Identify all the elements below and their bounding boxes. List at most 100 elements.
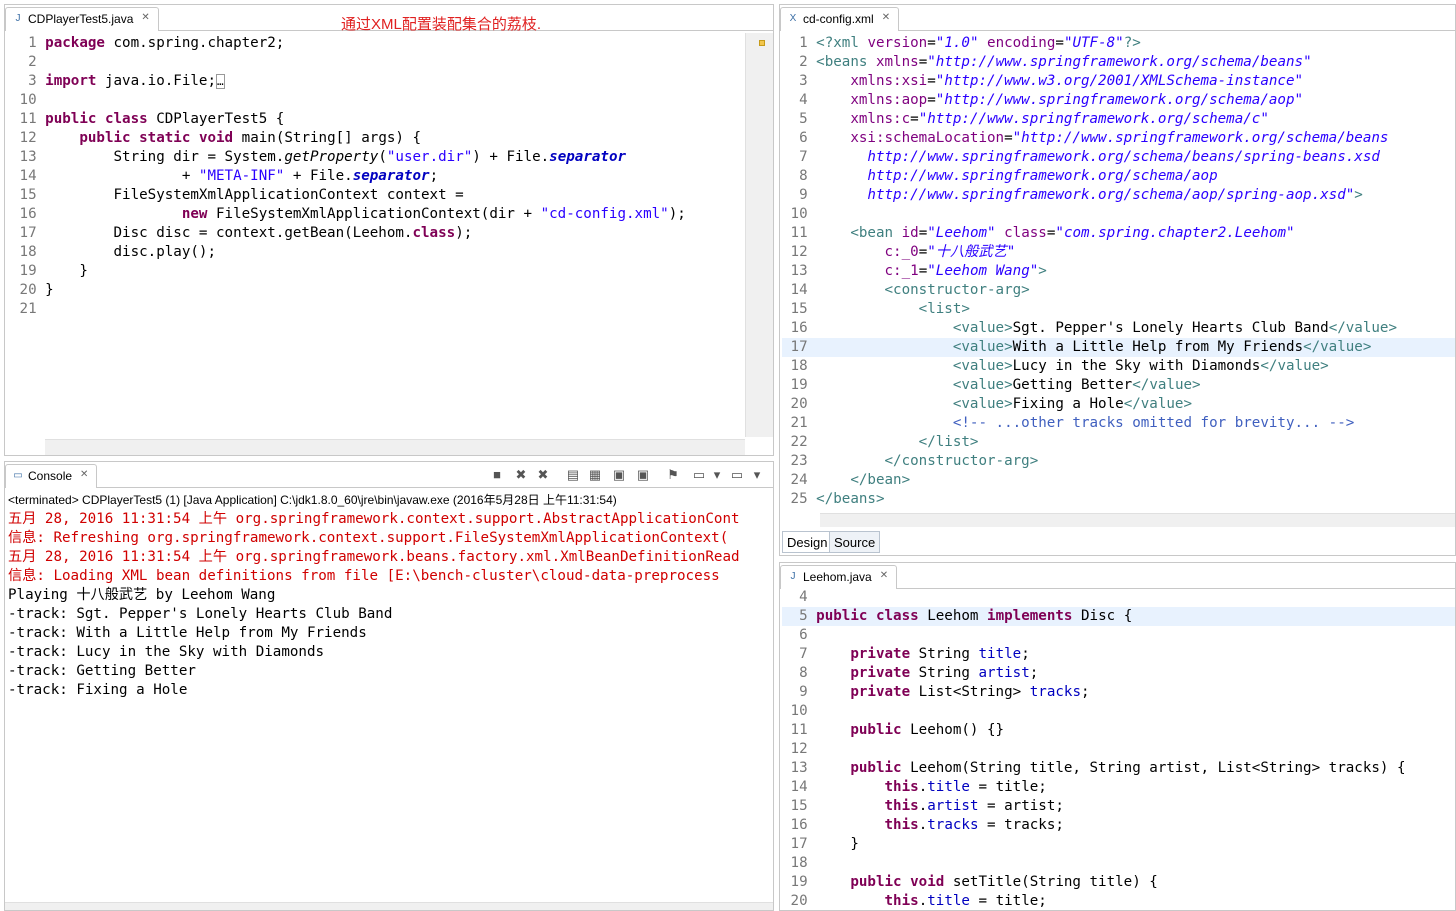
- code-line[interactable]: 20 this.title = title;: [782, 892, 1455, 910]
- code-line[interactable]: 13 String dir = System.getProperty("user…: [11, 148, 741, 167]
- code-line[interactable]: 17 <value>With a Little Help from My Fri…: [782, 338, 1455, 357]
- editor-leehom: J Leehom.java ✕ 4 5 public class Leehom …: [779, 562, 1456, 911]
- code-line[interactable]: 17 }: [782, 835, 1455, 854]
- code-line[interactable]: 11 public Leehom() {}: [782, 721, 1455, 740]
- tab-source[interactable]: Source: [829, 531, 881, 553]
- code-line[interactable]: 21 <!-- ...other tracks omitted for brev…: [782, 414, 1455, 433]
- code-line[interactable]: 22 </list>: [782, 433, 1455, 452]
- code-line[interactable]: 3 import java.io.File;…: [11, 72, 741, 91]
- code-text: public class CDPlayerTest5 {: [45, 111, 285, 127]
- dropdown-icon[interactable]: ▾: [709, 467, 725, 483]
- code-line[interactable]: 8 http://www.springframework.org/schema/…: [782, 167, 1455, 186]
- remove-all-icon[interactable]: ✖: [535, 467, 551, 483]
- code-line[interactable]: 5 xmlns:c="http://www.springframework.or…: [782, 110, 1455, 129]
- open-console-icon[interactable]: ▭: [729, 467, 745, 483]
- code-text: private List<String> tracks;: [850, 684, 1090, 700]
- code-line[interactable]: 8 private String artist;: [782, 664, 1455, 683]
- close-icon[interactable]: ✕: [880, 570, 888, 581]
- code-line[interactable]: 4: [782, 588, 1455, 607]
- code-line[interactable]: 4 xmlns:aop="http://www.springframework.…: [782, 91, 1455, 110]
- code-line[interactable]: 3 xmlns:xsi="http://www.w3.org/2001/XMLS…: [782, 72, 1455, 91]
- code-text: http://www.springframework.org/schema/ao…: [867, 187, 1363, 203]
- code-line[interactable]: 1 <?xml version="1.0" encoding="UTF-8"?>: [782, 34, 1455, 53]
- line-number: 18: [11, 244, 46, 260]
- code-line[interactable]: 18 <value>Lucy in the Sky with Diamonds<…: [782, 357, 1455, 376]
- overview-marker-icon[interactable]: [759, 40, 765, 46]
- tab-cd-config[interactable]: X cd-config.xml ✕: [780, 7, 900, 31]
- code-line[interactable]: 20 <value>Fixing a Hole</value>: [782, 395, 1455, 414]
- scroll-lock-icon[interactable]: ▦: [587, 467, 603, 483]
- code-line[interactable]: 18 disc.play();: [11, 243, 741, 262]
- code-line[interactable]: 13 c:_1="Leehom Wang">: [782, 262, 1455, 281]
- code-line[interactable]: 10: [782, 702, 1455, 721]
- display-console-icon[interactable]: ▭: [691, 467, 707, 483]
- code-line[interactable]: 11 public class CDPlayerTest5 {: [11, 110, 741, 129]
- word-wrap-icon[interactable]: ▣: [611, 467, 627, 483]
- code-line[interactable]: 14 <constructor-arg>: [782, 281, 1455, 300]
- code-line[interactable]: 16 this.tracks = tracks;: [782, 816, 1455, 835]
- code-line[interactable]: 2: [11, 53, 741, 72]
- code-line[interactable]: 12 public static void main(String[] args…: [11, 129, 741, 148]
- code-line[interactable]: 7 http://www.springframework.org/schema/…: [782, 148, 1455, 167]
- code-line[interactable]: 10: [11, 91, 741, 110]
- code-area[interactable]: 4 5 public class Leehom implements Disc …: [782, 588, 1455, 910]
- code-line[interactable]: 2 <beans xmlns="http://www.springframewo…: [782, 53, 1455, 72]
- code-line[interactable]: 16 <value>Sgt. Pepper's Lonely Hearts Cl…: [782, 319, 1455, 338]
- line-number: 12: [782, 741, 817, 757]
- close-icon[interactable]: ✕: [80, 469, 88, 480]
- horizontal-scrollbar[interactable]: [5, 902, 773, 910]
- code-line[interactable]: 23 </constructor-arg>: [782, 452, 1455, 471]
- code-line[interactable]: 12 c:_0="十八般武艺": [782, 243, 1455, 262]
- code-line[interactable]: 19 <value>Getting Better</value>: [782, 376, 1455, 395]
- horizontal-scrollbar[interactable]: [45, 439, 745, 455]
- line-number: 16: [11, 206, 46, 222]
- close-icon[interactable]: ✕: [141, 12, 149, 23]
- code-line[interactable]: 25 </beans>: [782, 490, 1455, 509]
- code-line[interactable]: 7 private String title;: [782, 645, 1455, 664]
- code-line[interactable]: 19 public void setTitle(String title) {: [782, 873, 1455, 892]
- code-line[interactable]: 10: [782, 205, 1455, 224]
- code-line[interactable]: 13 public Leehom(String title, String ar…: [782, 759, 1455, 778]
- tab-cdplayertest5[interactable]: J CDPlayerTest5.java ✕: [5, 7, 159, 31]
- code-area[interactable]: 1 <?xml version="1.0" encoding="UTF-8"?>…: [782, 34, 1455, 509]
- code-line[interactable]: 14 this.title = title;: [782, 778, 1455, 797]
- code-line[interactable]: 15 <list>: [782, 300, 1455, 319]
- dropdown-icon[interactable]: ▾: [749, 467, 765, 483]
- code-text: <beans xmlns="http://www.springframework…: [816, 54, 1312, 70]
- code-line[interactable]: 9 http://www.springframework.org/schema/…: [782, 186, 1455, 205]
- show-console-icon[interactable]: ▣: [635, 467, 651, 483]
- pin-console-icon[interactable]: ⚑: [665, 467, 681, 483]
- code-text: this.title = title;: [884, 893, 1047, 909]
- code-line[interactable]: 19 }: [11, 262, 741, 281]
- code-line[interactable]: 24 </bean>: [782, 471, 1455, 490]
- code-line[interactable]: 1 package com.spring.chapter2;: [11, 34, 741, 53]
- clear-console-icon[interactable]: ▤: [565, 467, 581, 483]
- code-line[interactable]: 12: [782, 740, 1455, 759]
- code-line[interactable]: 14 + "META-INF" + File.separator;: [11, 167, 741, 186]
- code-line[interactable]: 15 FileSystemXmlApplicationContext conte…: [11, 186, 741, 205]
- remove-launch-icon[interactable]: ✖: [513, 467, 529, 483]
- code-line[interactable]: 15 this.artist = artist;: [782, 797, 1455, 816]
- vertical-scrollbar[interactable]: [745, 33, 773, 437]
- horizontal-scrollbar[interactable]: [820, 513, 1455, 527]
- line-number: 14: [11, 168, 46, 184]
- code-line[interactable]: 20 }: [11, 281, 741, 300]
- code-line[interactable]: 11 <bean id="Leehom" class="com.spring.c…: [782, 224, 1455, 243]
- code-line[interactable]: 16 new FileSystemXmlApplicationContext(d…: [11, 205, 741, 224]
- terminate-icon[interactable]: ■: [489, 467, 505, 483]
- code-line[interactable]: 18: [782, 854, 1455, 873]
- console-status: <terminated> CDPlayerTest5 (1) [Java App…: [8, 493, 617, 507]
- close-icon[interactable]: ✕: [882, 12, 890, 23]
- console-output[interactable]: 五月 28, 2016 11:31:54 上午 org.springframew…: [8, 510, 758, 700]
- code-area[interactable]: 1 package com.spring.chapter2; 2 3 impor…: [11, 34, 741, 319]
- code-line[interactable]: 6: [782, 626, 1455, 645]
- console-line: 信息: Refreshing org.springframework.conte…: [8, 530, 729, 546]
- code-line[interactable]: 9 private List<String> tracks;: [782, 683, 1455, 702]
- code-line[interactable]: 21: [11, 300, 741, 319]
- tab-console[interactable]: ▭ Console ✕: [5, 464, 98, 488]
- code-line[interactable]: 5 public class Leehom implements Disc {: [782, 607, 1455, 626]
- code-line[interactable]: 6 xsi:schemaLocation="http://www.springf…: [782, 129, 1455, 148]
- tab-design[interactable]: Design: [782, 531, 833, 553]
- tab-leehom[interactable]: J Leehom.java ✕: [780, 565, 898, 589]
- code-line[interactable]: 17 Disc disc = context.getBean(Leehom.cl…: [11, 224, 741, 243]
